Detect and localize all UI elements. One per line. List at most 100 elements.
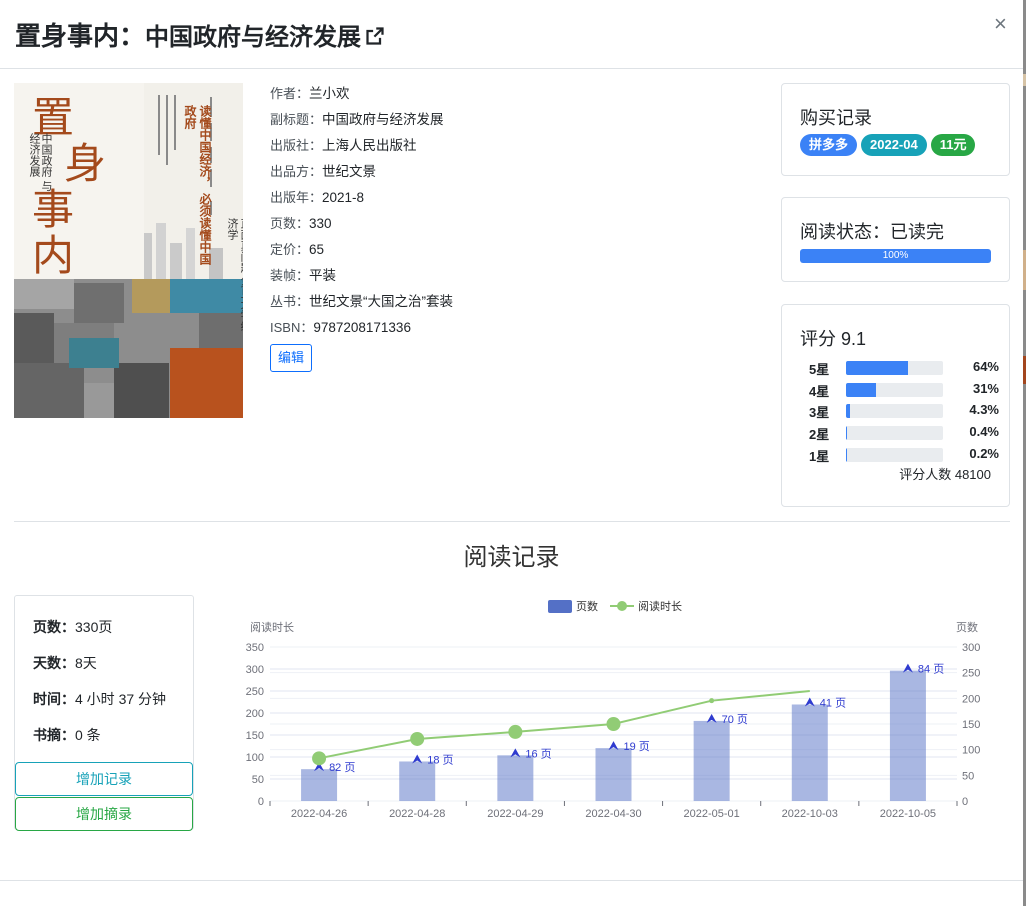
book-title: 置身事内	[15, 21, 120, 51]
y-left-tick-label: 300	[246, 664, 264, 676]
cover-blurb: 直面真问题 复旦大学经济学	[226, 218, 243, 332]
purchase-badge: 11元	[930, 134, 976, 156]
y-left-tick-label: 50	[252, 774, 264, 786]
x-tick-label: 2022-10-05	[880, 808, 936, 820]
stat-value: 330页	[75, 619, 113, 635]
rating-percent: 31%	[972, 380, 999, 396]
info-value: 上海人民出版社	[322, 138, 417, 153]
info-value: 世纪文景“大国之治”套装	[309, 294, 454, 309]
stat-label: 天数：	[33, 655, 75, 671]
rating-star-label: 4星	[809, 383, 830, 399]
stat-label: 页数：	[33, 619, 75, 635]
info-label: 丛书：	[270, 294, 310, 309]
bar-data-label: 19 页	[624, 741, 650, 753]
reading-progress-fill: 100%	[800, 249, 991, 263]
rating-bar	[846, 361, 943, 375]
info-label: 出品方：	[270, 164, 323, 179]
x-tick-label: 2022-04-28	[389, 808, 445, 820]
y-left-tick-label: 200	[246, 708, 264, 720]
info-label: 副标题：	[270, 112, 323, 127]
stat-label: 时间：	[33, 691, 75, 707]
external-link-icon[interactable]	[365, 26, 385, 46]
info-label: 定价：	[270, 242, 310, 257]
stat-value: 8天	[75, 655, 97, 671]
info-value: 中国政府与经济发展	[322, 112, 444, 127]
bar-data-label: 18 页	[427, 754, 453, 766]
y-right-tick-label: 50	[962, 770, 974, 782]
rating-bar	[846, 382, 943, 397]
rating-card: 评分 9.1 5星 64% 4星 31% 3星 4.3% 2星 0.4% 1星 0.2% 评分人数…	[781, 304, 1010, 507]
y-left-tick-label: 100	[246, 752, 264, 764]
bar-data-label: 16 页	[525, 748, 551, 760]
reading-records-title: 阅读记录	[463, 544, 560, 571]
rating-row: 3星 4.3%	[809, 402, 999, 421]
info-row: ISBN：9787208171336	[270, 318, 453, 344]
y-left-tick-label: 150	[246, 730, 264, 742]
legend-bar-swatch	[548, 600, 572, 613]
rating-star-label: 3星	[809, 405, 830, 421]
legend-line-marker	[617, 601, 627, 611]
cover-slogan: 读懂中国经济， 必须读懂中国政府	[183, 105, 212, 266]
edit-button[interactable]: 编辑	[270, 344, 312, 372]
rating-row: 5星 64%	[809, 359, 999, 377]
rating-percent: 0.4%	[969, 424, 999, 440]
info-label: 页数：	[270, 216, 310, 231]
add-record-button[interactable]: 增加记录	[15, 762, 193, 796]
x-tick-label: 2022-04-29	[487, 808, 543, 820]
info-value: 9787208171336	[313, 320, 411, 335]
x-tick-label: 2022-10-03	[782, 808, 838, 820]
x-tick-label: 2022-05-01	[684, 808, 740, 820]
info-row: 装帧：平装	[270, 266, 453, 292]
y-left-tick-label: 0	[258, 796, 264, 808]
page-bar	[693, 720, 730, 801]
book-cover: 置 身 事 内 中国政府 与经济发展 读懂中国经济， 必须读懂中国政府 直面真问…	[14, 83, 243, 418]
book-subtitle: 中国政府与经济发展	[145, 24, 362, 51]
rating-row: 4星 31%	[809, 380, 999, 399]
info-row: 出版年：2021-8	[270, 188, 453, 214]
rating-bar-fill	[846, 382, 877, 397]
stat-label: 书摘：	[33, 727, 75, 743]
duration-point	[606, 717, 621, 731]
page-bar	[399, 761, 436, 801]
reading-stat: 书摘：0 条	[33, 725, 101, 745]
reading-progress: 100%	[800, 249, 991, 263]
reading-stat: 页数：330页	[33, 617, 112, 637]
info-value: 世纪文景	[322, 164, 377, 179]
reading-status-title: 阅读状态：已读完	[800, 222, 944, 242]
book-detail-modal: 置身事内：中国政府与经济发展 × 置 身 事 内 中国政府 与经济发展 读懂中国…	[0, 0, 1026, 906]
y-right-axis-name: 页数	[956, 621, 978, 634]
rating-bar	[846, 404, 943, 419]
close-button[interactable]: ×	[994, 13, 1007, 35]
cover-subtitle: 中国政府 与经济发展	[28, 133, 53, 192]
info-row: 出品方：世纪文景	[270, 162, 453, 188]
rating-row: 1星 0.2%	[809, 445, 999, 464]
page-bar	[889, 670, 926, 801]
reading-stat: 天数：8天	[33, 653, 97, 673]
rating-star-label: 2星	[809, 427, 830, 443]
section-divider	[14, 521, 1010, 522]
info-label: 作者：	[270, 86, 310, 101]
page-bar	[791, 704, 828, 801]
rating-star-label: 1星	[809, 448, 830, 464]
info-value: 兰小欢	[309, 86, 350, 101]
purchase-badge: 拼多多	[800, 134, 858, 156]
title-separator: ：	[119, 21, 146, 51]
rating-bar-fill	[846, 426, 848, 441]
info-row: 副标题：中国政府与经济发展	[270, 110, 453, 136]
page-title: 置身事内：中国政府与经济发展	[15, 16, 385, 53]
modal-footer-divider	[0, 880, 1023, 881]
modal-header: 置身事内：中国政府与经济发展 ×	[0, 0, 1023, 69]
rating-star-label: 5星	[809, 362, 830, 377]
page-bar	[497, 755, 534, 801]
purchase-badge: 2022-04	[861, 134, 927, 156]
bar-data-label: 82 页	[329, 762, 355, 774]
add-excerpt-button[interactable]: 增加摘录	[15, 797, 193, 831]
y-left-tick-label: 250	[246, 686, 264, 698]
book-info-list: 作者：兰小欢 副标题：中国政府与经济发展 出版社：上海人民出版社 出品方：世纪文景 出版…	[270, 84, 453, 344]
info-value: 330	[309, 216, 332, 231]
duration-point	[508, 724, 523, 739]
info-label: ISBN：	[270, 320, 314, 335]
rating-percent: 0.2%	[969, 445, 999, 461]
info-row: 丛书：世纪文景“大国之治”套装	[270, 292, 453, 318]
y-left-tick-label: 350	[246, 642, 264, 654]
